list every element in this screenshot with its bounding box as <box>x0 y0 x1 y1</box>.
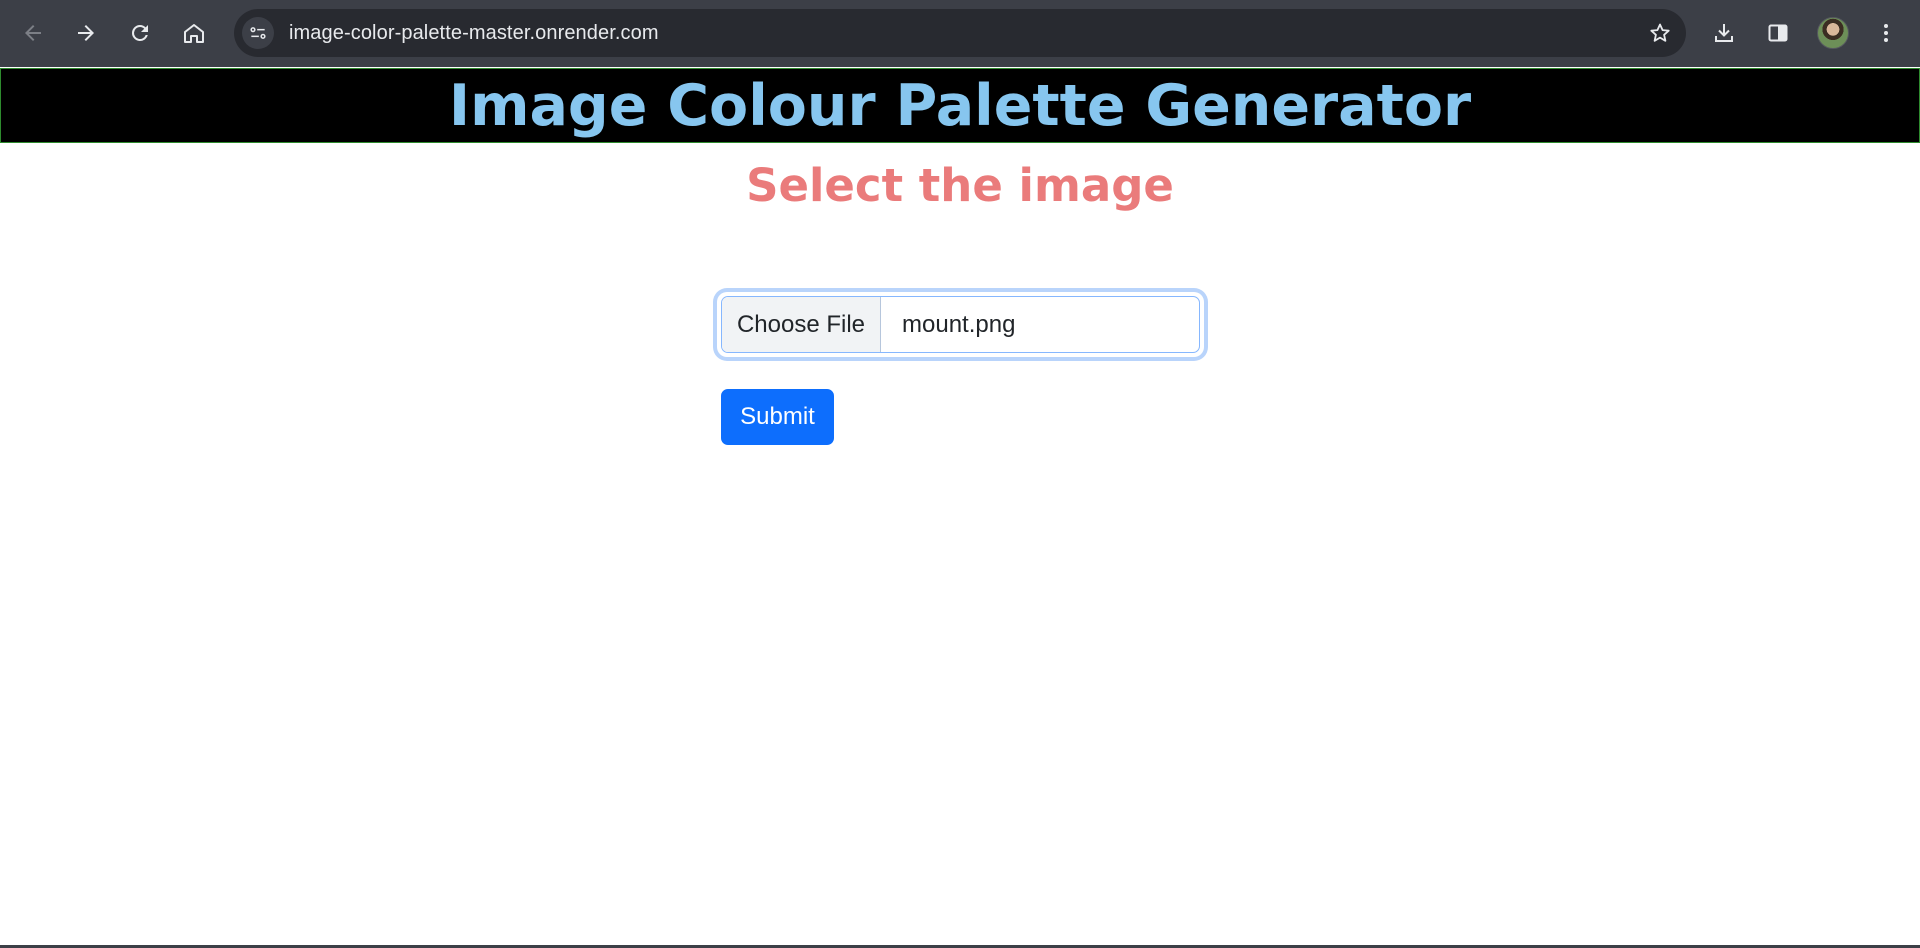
submit-button[interactable]: Submit <box>721 389 834 445</box>
address-bar[interactable]: image-color-palette-master.onrender.com <box>234 9 1686 57</box>
page-subtitle: Select the image <box>746 159 1174 212</box>
page-title: Image Colour Palette Generator <box>448 73 1472 139</box>
forward-arrow-icon[interactable] <box>66 13 106 53</box>
file-input[interactable]: Choose File mount.png <box>721 296 1200 353</box>
download-icon[interactable] <box>1704 13 1744 53</box>
reload-icon[interactable] <box>120 13 160 53</box>
profile-avatar[interactable] <box>1817 17 1849 49</box>
bookmark-star-icon[interactable] <box>1646 19 1674 47</box>
home-icon[interactable] <box>174 13 214 53</box>
url-text[interactable]: image-color-palette-master.onrender.com <box>289 22 659 45</box>
browser-toolbar: image-color-palette-master.onrender.com <box>0 0 1920 67</box>
choose-file-button[interactable]: Choose File <box>722 297 881 352</box>
file-input-focus-ring: Choose File mount.png <box>717 292 1204 357</box>
page-header: Image Colour Palette Generator <box>0 68 1920 143</box>
selected-file-name: mount.png <box>902 310 1016 338</box>
site-info-icon[interactable] <box>242 17 274 49</box>
back-arrow-icon[interactable] <box>13 13 53 53</box>
side-panel-icon[interactable] <box>1758 13 1798 53</box>
more-menu-icon[interactable] <box>1866 13 1906 53</box>
